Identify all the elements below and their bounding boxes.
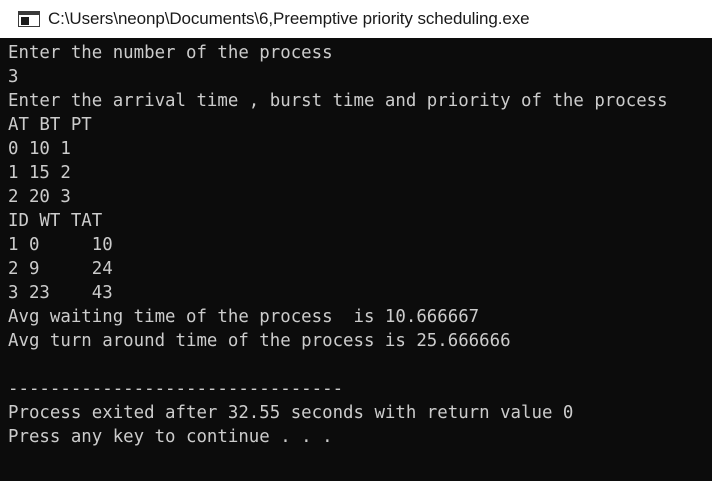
console-window: C:\Users\neonp\Documents\6,Preemptive pr… [0,0,712,481]
console-line: Process exited after 32.55 seconds with … [8,403,574,423]
console-line: ID WT TAT [8,211,103,231]
console-window-icon [18,11,40,27]
console-line: Avg turn around time of the process is 2… [8,331,511,351]
console-line: 2 20 3 [8,187,71,207]
console-line: 2 9 24 [8,259,113,279]
console-output[interactable]: Enter the number of the process 3 Enter … [8,41,712,449]
console-line: Enter the number of the process [8,43,333,63]
console-line: Press any key to continue . . . [8,427,333,447]
console-line: Enter the arrival time , burst time and … [8,91,668,111]
console-line: AT BT PT [8,115,92,135]
title-bar[interactable]: C:\Users\neonp\Documents\6,Preemptive pr… [0,0,712,38]
console-line: 3 [8,67,19,87]
window-title: C:\Users\neonp\Documents\6,Preemptive pr… [48,9,530,28]
console-line: 0 10 1 [8,139,71,159]
console-line: 3 23 43 [8,283,113,303]
console-line: 1 0 10 [8,235,113,255]
console-line: 1 15 2 [8,163,71,183]
console-line: -------------------------------- [8,379,344,399]
console-line: Avg waiting time of the process is 10.66… [8,307,480,327]
